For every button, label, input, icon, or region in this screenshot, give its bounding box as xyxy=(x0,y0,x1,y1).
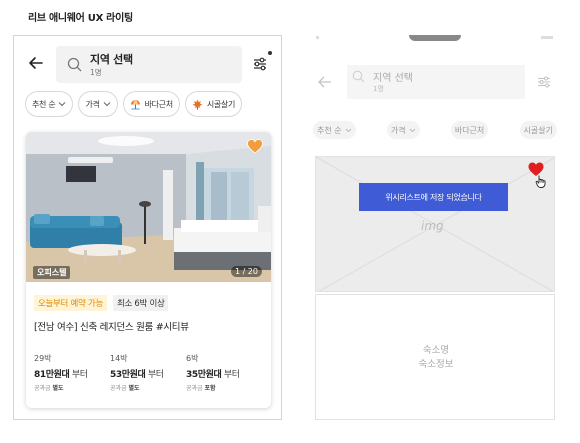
filter-active-dot xyxy=(268,51,272,55)
chip-beach[interactable]: 바다근처 xyxy=(122,91,180,117)
chip-label: 바다근처 xyxy=(454,125,485,135)
chip-label: 시골살기 xyxy=(523,125,553,135)
photo-counter: 1 / 20 xyxy=(230,266,262,277)
chip-sort[interactable]: 추천 순 xyxy=(25,91,74,117)
chip-label: 가격 xyxy=(85,99,100,109)
listing-title: [전남 여수] 신축 레지던스 원룸 #시티뷰 xyxy=(34,322,189,333)
chip-countryside[interactable]: 시골살기 xyxy=(519,121,557,139)
price-amount: 35만원대 xyxy=(186,370,222,380)
status-bar-left xyxy=(316,36,319,39)
min-stay-tag: 최소 6박 이상 xyxy=(112,295,169,311)
filter-chips: 추천 순 가격 바다근처 시골살기 xyxy=(313,121,557,139)
heart-icon[interactable] xyxy=(247,139,263,154)
availability-tag: 오늘부터 예약 가능 xyxy=(34,295,107,311)
chevron-down-icon xyxy=(59,102,66,107)
search-bar[interactable]: 지역 선택 1명 xyxy=(56,46,242,83)
price-nights: 6박 xyxy=(186,354,199,363)
room-type-badge: 오피스텔 xyxy=(33,266,71,279)
chevron-down-icon xyxy=(409,128,415,132)
price-option: 29박 81만원대 부터 공과금 별도 xyxy=(34,353,110,392)
search-icon xyxy=(67,57,82,72)
listing-tags: 오늘부터 예약 가능 최소 6박 이상 xyxy=(34,295,169,311)
image-placeholder-label: img xyxy=(421,219,444,233)
device-notch xyxy=(409,35,461,41)
chip-label: 시골살기 xyxy=(206,99,236,109)
price-suffix: 부터 xyxy=(147,370,164,380)
chip-price[interactable]: 가격 xyxy=(78,91,118,117)
filter-sliders-icon[interactable] xyxy=(537,75,551,89)
price-suffix: 부터 xyxy=(71,370,88,380)
search-guest-count: 1명 xyxy=(90,68,102,77)
back-arrow-icon[interactable] xyxy=(28,55,44,71)
page-title: 리브 애니웨어 UX 라이팅 xyxy=(28,13,133,24)
chip-label: 추천 순 xyxy=(32,99,56,109)
listing-name-placeholder: 숙소명 xyxy=(422,345,450,356)
chip-beach[interactable]: 바다근처 xyxy=(450,121,489,139)
price-suffix: 부터 xyxy=(223,370,240,380)
price-amount: 53만원대 xyxy=(110,370,146,380)
price-option: 6박 35만원대 부터 공과금 포함 xyxy=(186,353,262,392)
filter-chips: 추천 순 가격 바다근처 시골살기 xyxy=(25,91,243,117)
fee-value: 별도 xyxy=(52,385,64,392)
chip-label: 가격 xyxy=(390,125,406,135)
hand-cursor-icon xyxy=(535,175,546,188)
fee-label: 공과금 xyxy=(186,385,203,392)
chip-label: 바다근처 xyxy=(144,99,174,109)
hifi-screen: 지역 선택 1명 추천 순 가격 바다근처 시골살기 오피스텔 1 / 20 오… xyxy=(13,35,282,420)
chip-label: 추천 순 xyxy=(317,125,342,135)
status-bar-right xyxy=(541,36,553,39)
wishlist-toast: 위시리스트에 저장 되었습니다 xyxy=(359,183,508,211)
filter-sliders-icon[interactable] xyxy=(252,56,268,72)
search-guest-count: 1명 xyxy=(373,85,384,93)
room-photo-illustration xyxy=(26,132,271,282)
listing-info-text-placeholder: 숙소정보 xyxy=(418,359,454,370)
chevron-down-icon xyxy=(345,128,351,132)
maple-leaf-icon xyxy=(192,99,203,110)
chip-sort[interactable]: 추천 순 xyxy=(313,121,356,139)
wireframe-screen: 지역 선택 1명 추천 순 가격 바다근처 시골살기 img 위시리스트에 저장… xyxy=(313,35,557,420)
listing-card[interactable]: 오피스텔 1 / 20 오늘부터 예약 가능 최소 6박 이상 [전남 여수] … xyxy=(26,132,271,408)
price-options: 29박 81만원대 부터 공과금 별도 14박 53만원대 부터 공과금 별도 … xyxy=(34,353,266,392)
search-icon xyxy=(352,70,365,83)
listing-photo[interactable] xyxy=(26,132,271,282)
price-amount: 81만원대 xyxy=(34,370,70,380)
beach-umbrella-icon xyxy=(130,99,140,109)
search-title: 지역 선택 xyxy=(90,53,133,66)
fee-label: 공과금 xyxy=(34,385,51,392)
chevron-down-icon xyxy=(103,102,110,107)
chip-countryside[interactable]: 시골살기 xyxy=(184,91,243,117)
chip-price[interactable]: 가격 xyxy=(386,121,420,139)
fee-label: 공과금 xyxy=(110,385,127,392)
listing-info-placeholder: 숙소명 숙소정보 xyxy=(315,294,555,420)
price-option: 14박 53만원대 부터 공과금 별도 xyxy=(110,353,186,392)
price-nights: 29박 xyxy=(34,354,52,363)
price-nights: 14박 xyxy=(110,354,128,363)
search-title: 지역 선택 xyxy=(373,73,413,84)
back-arrow-icon[interactable] xyxy=(318,75,332,89)
fee-value: 별도 xyxy=(128,385,140,392)
fee-value: 포함 xyxy=(204,385,216,392)
search-bar[interactable]: 지역 선택 1명 xyxy=(347,65,525,99)
